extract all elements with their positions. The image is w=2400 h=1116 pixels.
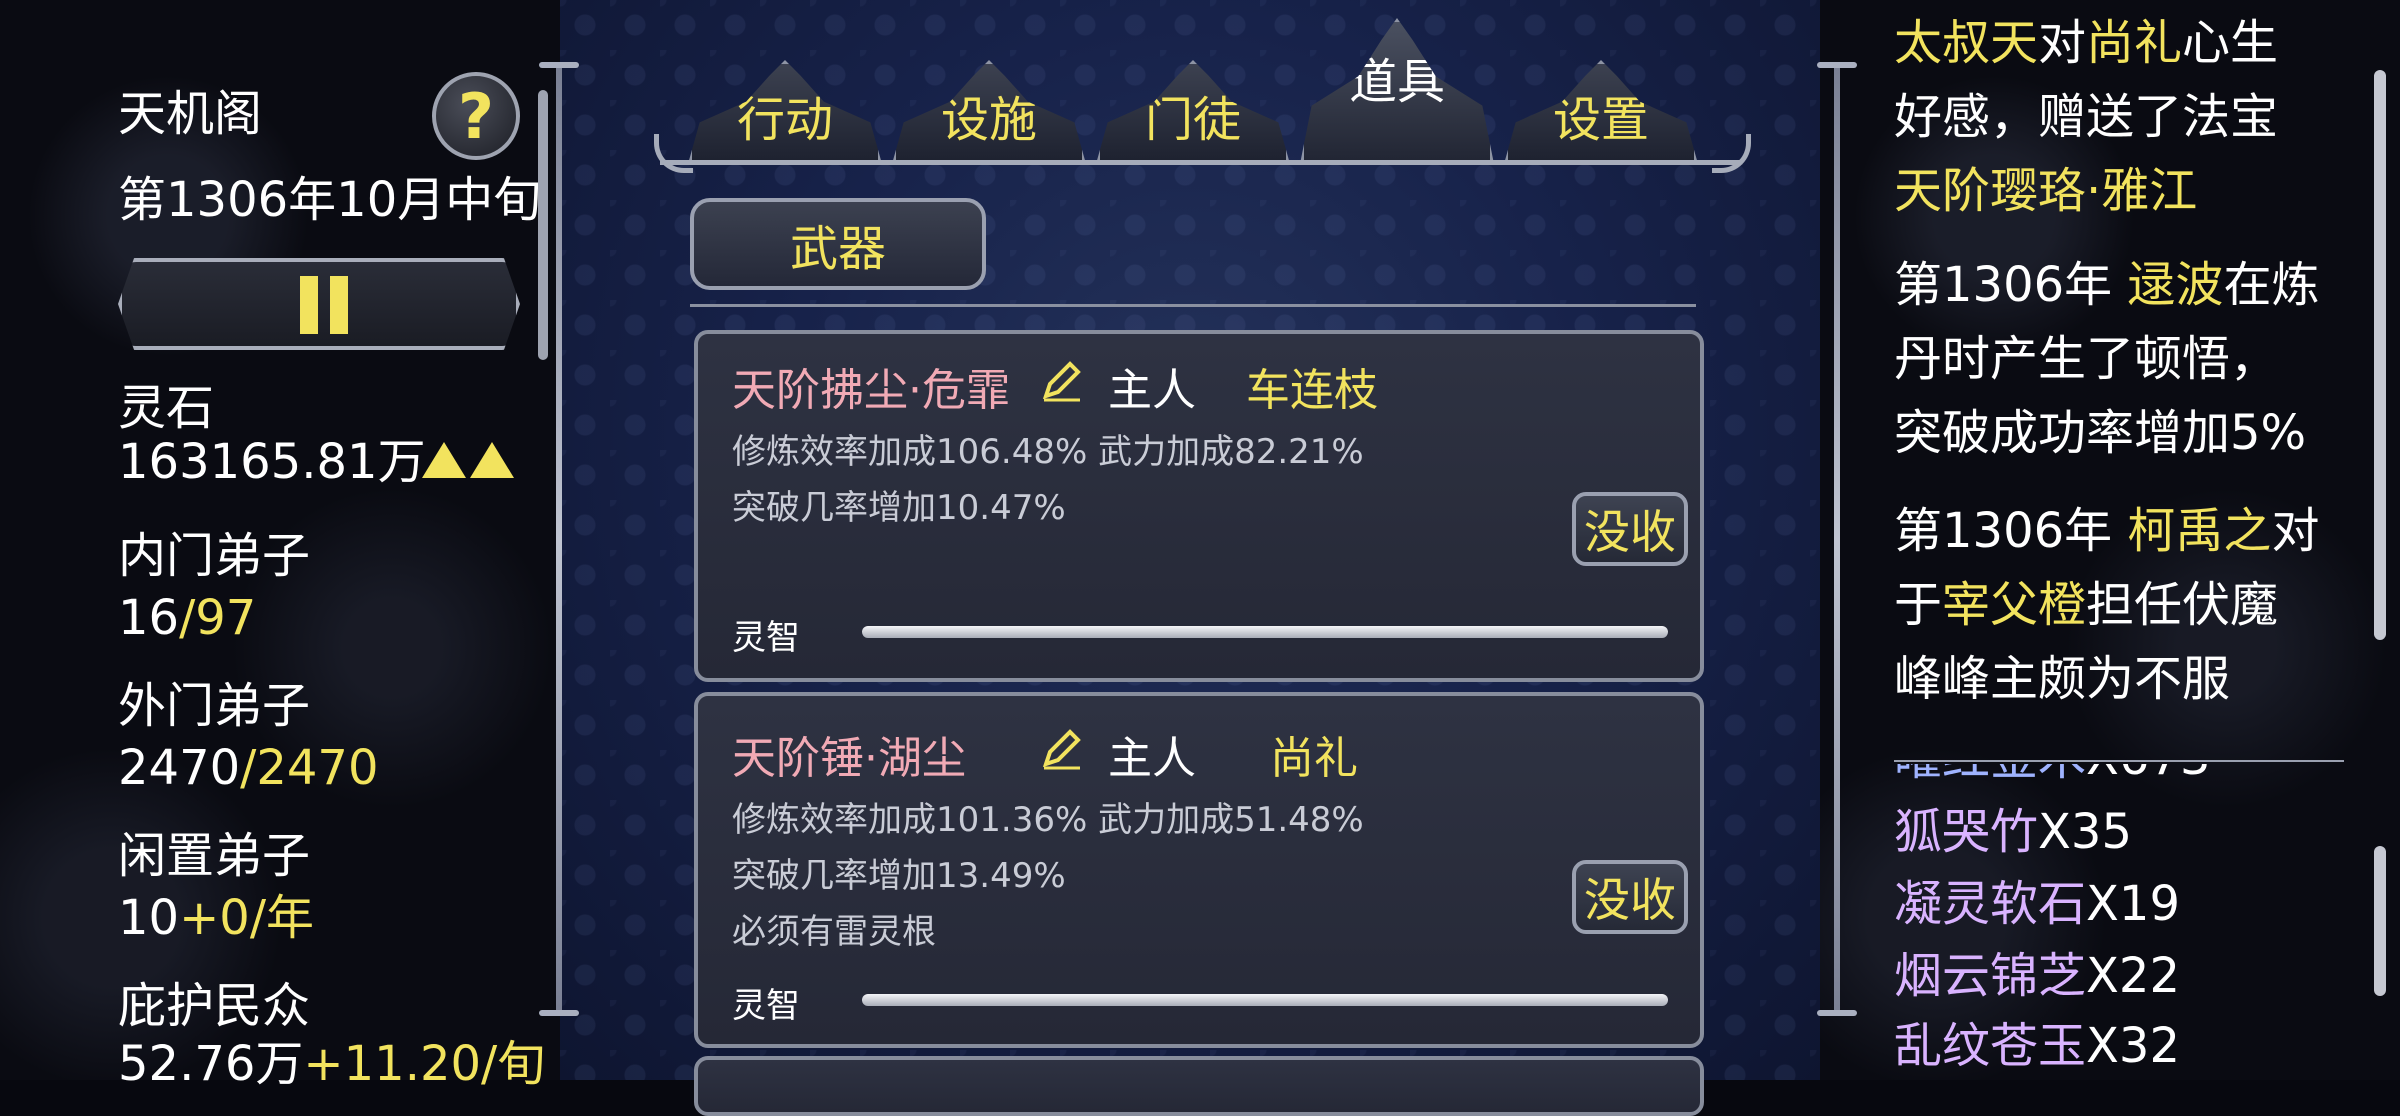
idle-disciples-count: 10+0/年 (118, 890, 314, 946)
right-scroll-track[interactable] (1834, 66, 1840, 1014)
lingzhi-bar (862, 626, 1668, 638)
idle-current: 10 (118, 890, 180, 946)
item-stat-line: 突破几率增加13.49% (732, 856, 1066, 896)
log-name: 柯禹之 (2127, 503, 2272, 559)
left-scroll-thumb[interactable] (538, 90, 548, 360)
owner-label: 主人 (1108, 365, 1196, 416)
item-stat-line: 修炼效率加成106.48% 武力加成82.21% (732, 432, 1364, 472)
material-name: 凝灵软石 (1894, 876, 2087, 932)
item-card: 天阶锤·湖尘 主人 尚礼 修炼效率加成101.36% 武力加成51.48% 突破… (694, 692, 1704, 1048)
confiscate-button[interactable]: 没收 (1572, 492, 1688, 566)
confiscate-button[interactable]: 没收 (1572, 860, 1688, 934)
inner-current: 16 (118, 590, 180, 646)
inner-disciples-label: 内门弟子 (118, 528, 311, 584)
log-scroll-thumb[interactable] (2374, 70, 2386, 640)
right-scroll-cap-bottom (1817, 1010, 1857, 1016)
item-name: 天阶拂尘·危霏 (732, 365, 1010, 416)
log-name: 尚礼 (2086, 15, 2183, 71)
log-entry: 第1306年 逯波在炼 丹时产生了顿悟， 突破成功率增加5% (1894, 248, 2354, 470)
log-text: 于 (1894, 577, 1943, 633)
pause-icon (300, 276, 318, 334)
spirit-stone-value: 163165.81万 (118, 434, 426, 490)
material-count: X32 (2086, 1018, 2180, 1074)
protect-value: 52.76万 (118, 1036, 304, 1092)
material-item: 狐哭竹X35 (1894, 804, 2132, 860)
idle-rate: +0/年 (179, 890, 315, 946)
idle-disciples-label: 闲置弟子 (118, 828, 311, 884)
material-name: 乱纹苍玉 (1894, 1018, 2087, 1074)
log-divider (1894, 760, 2344, 762)
right-scroll-cap-top (1817, 62, 1857, 68)
item-card-partial (694, 1056, 1704, 1116)
protected-people-count: 52.76万+11.20/旬 (118, 1036, 545, 1092)
tab-divider (660, 160, 1740, 165)
log-text: 好感，赠送了法宝 (1894, 89, 2279, 145)
subtab-divider (690, 304, 1696, 307)
pencil-icon[interactable] (1038, 356, 1086, 404)
item-card: 天阶拂尘·危霏 主人 车连枝 修炼效率加成106.48% 武力加成82.21% … (694, 330, 1704, 682)
left-scroll-track[interactable] (556, 66, 562, 1014)
item-stat-line: 修炼效率加成101.36% 武力加成51.48% (732, 800, 1364, 840)
log-text: 峰峰主颇为不服 (1894, 651, 2231, 707)
log-text: 丹时产生了顿悟， (1894, 331, 2279, 387)
material-name: 曜红金木 (1894, 764, 2086, 786)
owner-name[interactable]: 车连枝 (1246, 354, 1378, 418)
help-button[interactable]: ? (432, 72, 520, 160)
question-icon: ? (458, 79, 494, 153)
game-date: 第1306年10月中旬 (118, 172, 542, 228)
owner-label: 主人 (1108, 733, 1196, 784)
material-count: X35 (2038, 804, 2132, 860)
material-count: X19 (2086, 876, 2180, 932)
left-scroll-cap-bottom (539, 1010, 579, 1016)
log-entry: 太叔天对尚礼心生 好感，赠送了法宝 天阶璎珞·雅江 (1894, 6, 2354, 228)
spirit-stone-label: 灵石 (118, 380, 215, 436)
outer-current: 2470 (118, 740, 241, 796)
up-arrow-icon (470, 442, 514, 478)
materials-list: 曜红金木X673 狐哭竹X35 凝灵软石X19 烟云锦芝X22 乱纹苍玉X32 (1894, 764, 2354, 1080)
log-entry: 第1306年 柯禹之对 于宰父橙担任伏魔 峰峰主颇为不服 (1894, 494, 2354, 716)
item-name: 天阶锤·湖尘 (732, 733, 966, 784)
left-scroll-cap-top (539, 62, 579, 68)
material-name: 狐哭竹 (1894, 804, 2039, 860)
log-name: 逯波 (2127, 257, 2224, 313)
protect-rate: +11.20/旬 (303, 1036, 546, 1092)
materials-scroll-thumb[interactable] (2374, 846, 2386, 996)
outer-disciples-count: 2470/2470 (118, 740, 378, 796)
material-item: 烟云锦芝X22 (1894, 948, 2180, 1004)
log-text: 对 (2038, 15, 2087, 71)
pause-button[interactable] (118, 258, 520, 350)
pause-icon-bar (330, 276, 348, 334)
log-item: 天阶璎珞·雅江 (1894, 163, 2198, 219)
lingzhi-label: 灵智 (732, 986, 800, 1026)
protected-people-label: 庇护民众 (118, 978, 311, 1034)
log-text: 第1306年 (1894, 503, 2128, 559)
inner-max: /97 (179, 590, 257, 646)
log-text: 第1306年 (1894, 257, 2128, 313)
log-text: 对 (2271, 503, 2320, 559)
material-item: 凝灵软石X19 (1894, 876, 2180, 932)
outer-max: /2470 (240, 740, 379, 796)
material-count: X22 (2086, 948, 2180, 1004)
material-name: 烟云锦芝 (1894, 948, 2087, 1004)
outer-disciples-label: 外门弟子 (118, 678, 311, 734)
inner-disciples-count: 16/97 (118, 590, 256, 646)
lingzhi-bar (862, 994, 1668, 1006)
log-text: 突破成功率增加5% (1894, 405, 2307, 461)
pencil-icon[interactable] (1038, 724, 1086, 772)
log-text: 担任伏魔 (2086, 577, 2279, 633)
owner-name[interactable]: 尚礼 (1270, 722, 1358, 786)
material-item: 乱纹苍玉X32 (1894, 1018, 2180, 1074)
subtab-weapons[interactable]: 武器 (690, 198, 986, 290)
material-count: X673 (2086, 764, 2211, 786)
log-text: 在炼 (2223, 257, 2320, 313)
sect-name: 天机阁 (118, 86, 263, 142)
up-arrow-icon (422, 442, 466, 478)
log-text: 心生 (2182, 15, 2279, 71)
material-item: 曜红金木X673 (1894, 764, 2211, 786)
lingzhi-label: 灵智 (732, 618, 800, 658)
log-name: 宰父橙 (1942, 577, 2087, 633)
item-stat-line: 必须有雷灵根 (732, 912, 936, 952)
log-name: 太叔天 (1894, 15, 2039, 71)
item-stat-line: 突破几率增加10.47% (732, 488, 1066, 528)
